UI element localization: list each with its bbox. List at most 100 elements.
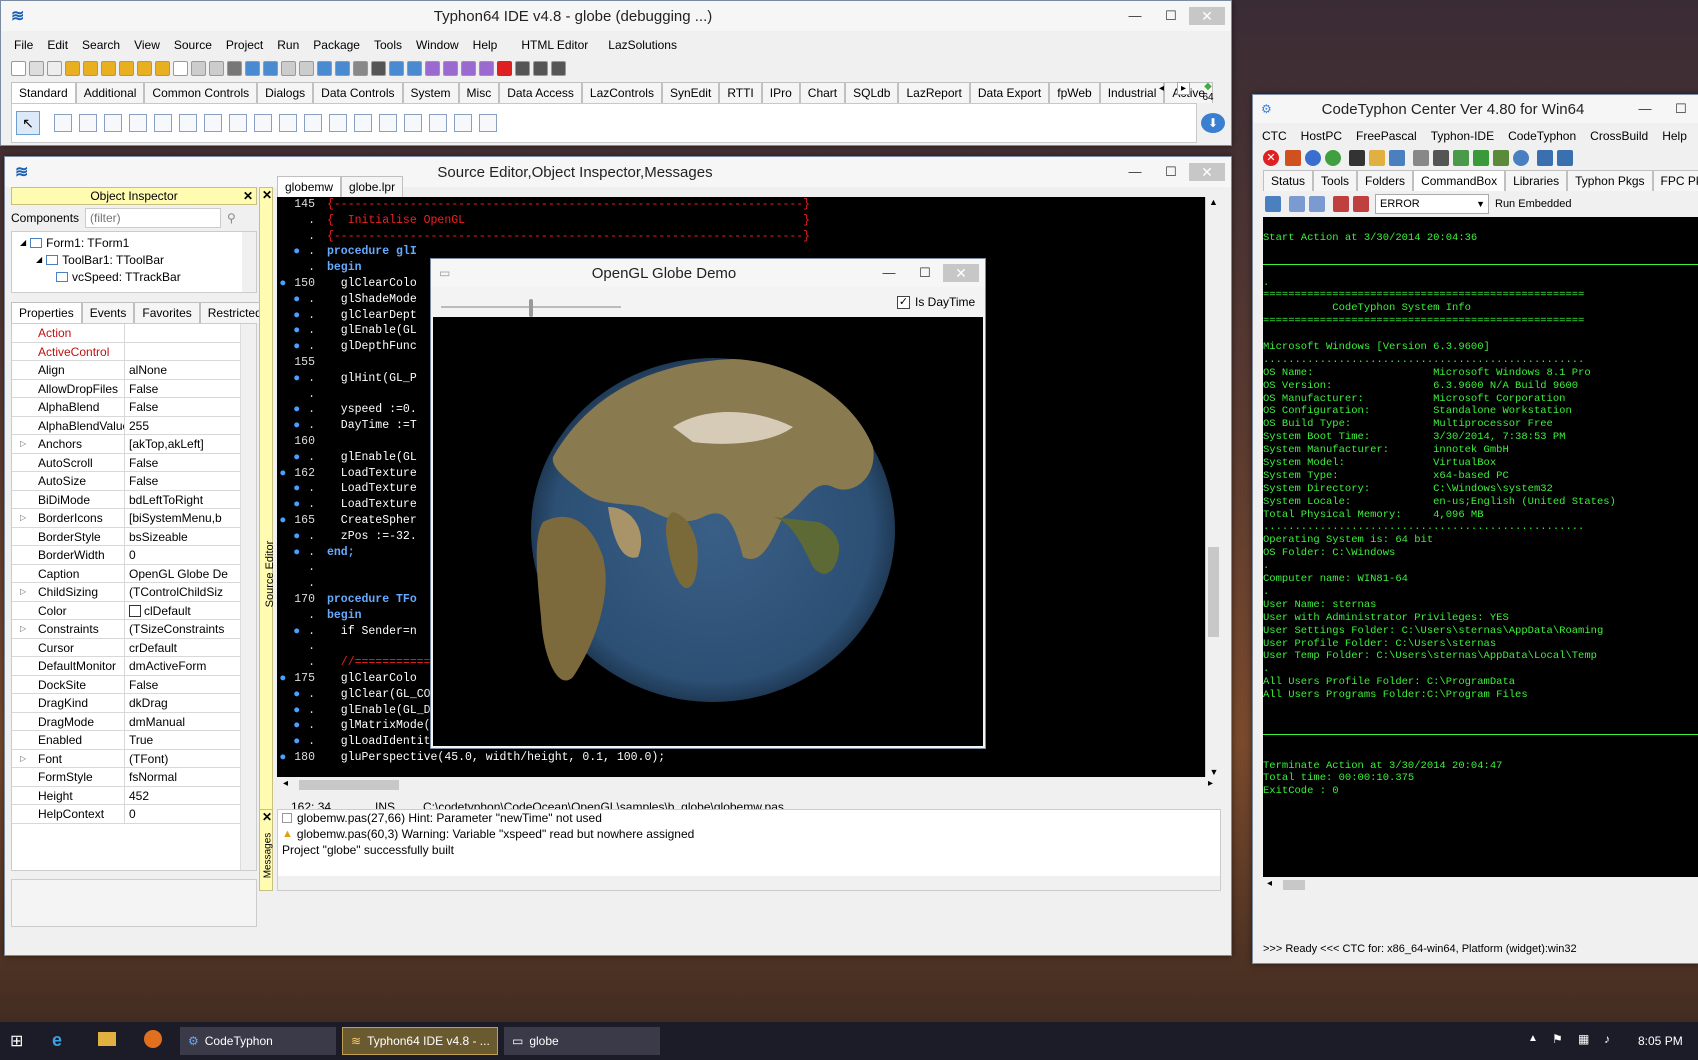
palette-scroll-right-button[interactable]: ▸: [1177, 82, 1191, 95]
ctc-menu-crossbuild[interactable]: CrossBuild: [1583, 129, 1655, 143]
minimize-icon[interactable]: —: [1117, 5, 1153, 27]
tab-common-controls[interactable]: Common Controls: [144, 82, 258, 103]
level-select[interactable]: ERROR ▼: [1375, 194, 1489, 214]
tab-fpweb[interactable]: fpWeb: [1049, 82, 1100, 103]
tedit-icon[interactable]: [154, 114, 172, 132]
property-value[interactable]: [125, 324, 256, 342]
property-value[interactable]: False: [125, 676, 256, 694]
close-icon[interactable]: ✕: [262, 188, 272, 202]
options-icon[interactable]: [245, 60, 260, 76]
step-out-icon[interactable]: [551, 60, 566, 76]
firefox-icon[interactable]: [144, 1030, 162, 1048]
scroll-right-icon[interactable]: ▸: [1208, 778, 1213, 789]
property-value[interactable]: dmManual: [125, 713, 256, 731]
tmemo-icon[interactable]: [179, 114, 197, 132]
property-value[interactable]: False: [125, 380, 256, 398]
expand-icon[interactable]: ▷: [20, 435, 26, 453]
ctc-tab-commandbox[interactable]: CommandBox: [1413, 170, 1506, 191]
property-row[interactable]: HelpContext 0: [12, 805, 256, 824]
tpanel-icon[interactable]: [429, 114, 447, 132]
project-icon[interactable]: [317, 60, 332, 76]
ctc-tab-tools[interactable]: Tools: [1313, 170, 1358, 191]
code-line[interactable]: . { Initialise OpenGL }: [277, 213, 1221, 229]
opengl-canvas[interactable]: [433, 317, 983, 746]
property-row[interactable]: BiDiMode bdLeftToRight: [12, 490, 256, 509]
minimize-icon[interactable]: —: [871, 262, 907, 284]
menu-item-view[interactable]: View: [127, 38, 167, 52]
scroll-thumb[interactable]: [1208, 547, 1219, 637]
tab-favorites[interactable]: Favorites: [134, 302, 200, 323]
tab-industrial[interactable]: Industrial: [1099, 82, 1165, 103]
maximize-icon[interactable]: ☐: [1153, 5, 1189, 27]
expand-icon[interactable]: ◢: [36, 255, 42, 264]
inspector-icon[interactable]: [335, 60, 350, 76]
property-row[interactable]: AlphaBlendValue 255: [12, 416, 256, 435]
internet-explorer-icon[interactable]: e: [52, 1030, 62, 1051]
open-icon[interactable]: [65, 60, 80, 76]
ctc-tab-libraries[interactable]: Libraries: [1505, 170, 1568, 191]
tgroupbox-icon[interactable]: [354, 114, 372, 132]
windows-start-icon[interactable]: ⊞: [10, 1031, 23, 1051]
paint-icon[interactable]: [1389, 150, 1405, 166]
property-row[interactable]: DragKind dkDrag: [12, 694, 256, 713]
new-form-icon[interactable]: [47, 60, 62, 76]
tab-data-export[interactable]: Data Export: [969, 82, 1050, 103]
play-icon[interactable]: [461, 60, 476, 76]
slider-thumb[interactable]: [529, 299, 533, 317]
ctc-tab-typhon-pkgs[interactable]: Typhon Pkgs: [1567, 170, 1653, 191]
property-value[interactable]: (TSizeConstraints: [125, 620, 256, 638]
new-unit-icon[interactable]: [29, 60, 44, 76]
tab-misc[interactable]: Misc: [458, 82, 500, 103]
property-row[interactable]: DragMode dmManual: [12, 712, 256, 731]
tlistbox-icon[interactable]: [279, 114, 297, 132]
tab-lazreport[interactable]: LazReport: [898, 82, 970, 103]
menu-item-file[interactable]: File: [7, 38, 40, 52]
property-row[interactable]: DefaultMonitor dmActiveForm: [12, 657, 256, 676]
minimize-icon[interactable]: —: [1117, 161, 1153, 183]
debug-icon[interactable]: [425, 60, 440, 76]
menu-item-search[interactable]: Search: [75, 38, 127, 52]
property-row[interactable]: Align alNone: [12, 361, 256, 380]
unit-list-icon[interactable]: [263, 60, 278, 76]
ctc-menu-hostpc[interactable]: HostPC: [1294, 129, 1349, 143]
property-row[interactable]: AllowDropFiles False: [12, 379, 256, 398]
step-over-icon[interactable]: [533, 60, 548, 76]
tframe-icon[interactable]: [454, 114, 472, 132]
build-icon[interactable]: [1433, 150, 1449, 166]
win32-icon[interactable]: [1557, 150, 1573, 166]
property-row[interactable]: Enabled True: [12, 731, 256, 750]
pause-icon[interactable]: [479, 60, 494, 76]
filter-icon[interactable]: ⚲: [227, 211, 236, 225]
close-icon[interactable]: ✕: [1189, 163, 1225, 181]
tab-sqldb[interactable]: SQLdb: [845, 82, 899, 103]
install-icon[interactable]: [1473, 150, 1489, 166]
code-line[interactable]: 145 {------------------------------------…: [277, 197, 1221, 213]
message-item[interactable]: Project "globe" successfully built: [278, 842, 1220, 858]
menu-item-edit[interactable]: Edit: [40, 38, 75, 52]
tbutton-icon[interactable]: [104, 114, 122, 132]
messages-hscroll[interactable]: [278, 876, 1220, 890]
property-row[interactable]: ActiveControl: [12, 342, 256, 361]
property-row[interactable]: ▷ Constraints (TSizeConstraints: [12, 620, 256, 639]
scroll-left-icon[interactable]: ◂: [1267, 878, 1272, 889]
sync-icon[interactable]: [1513, 150, 1529, 166]
expand-icon[interactable]: ▷: [20, 509, 26, 527]
close-icon[interactable]: ✕: [1189, 7, 1225, 25]
property-value[interactable]: (TFont): [125, 750, 256, 768]
message-item[interactable]: ▲ globemw.pas(60,3) Warning: Variable "xs…: [278, 826, 1220, 842]
taskbar-item-ide[interactable]: ≋ Typhon64 IDE v4.8 - ...: [342, 1027, 498, 1055]
scroll-down-icon[interactable]: ▼: [1206, 767, 1222, 777]
ide-titlebar[interactable]: ≋ Typhon64 IDE v4.8 - globe (debugging .…: [1, 1, 1231, 31]
menu-item-run[interactable]: Run: [270, 38, 306, 52]
property-value[interactable]: alNone: [125, 361, 256, 379]
property-value[interactable]: False: [125, 398, 256, 416]
property-row[interactable]: ▷ Font (TFont): [12, 749, 256, 768]
tab-synedit[interactable]: SynEdit: [661, 82, 720, 103]
property-value[interactable]: dmActiveForm: [125, 657, 256, 675]
menu-item-project[interactable]: Project: [219, 38, 270, 52]
editor-vertical-scrollbar[interactable]: ▲ ▼: [1205, 197, 1221, 777]
network-icon[interactable]: ▦: [1578, 1032, 1589, 1046]
property-value[interactable]: False: [125, 472, 256, 490]
tab-lazcontrols[interactable]: LazControls: [581, 82, 662, 103]
property-row[interactable]: FormStyle fsNormal: [12, 768, 256, 787]
